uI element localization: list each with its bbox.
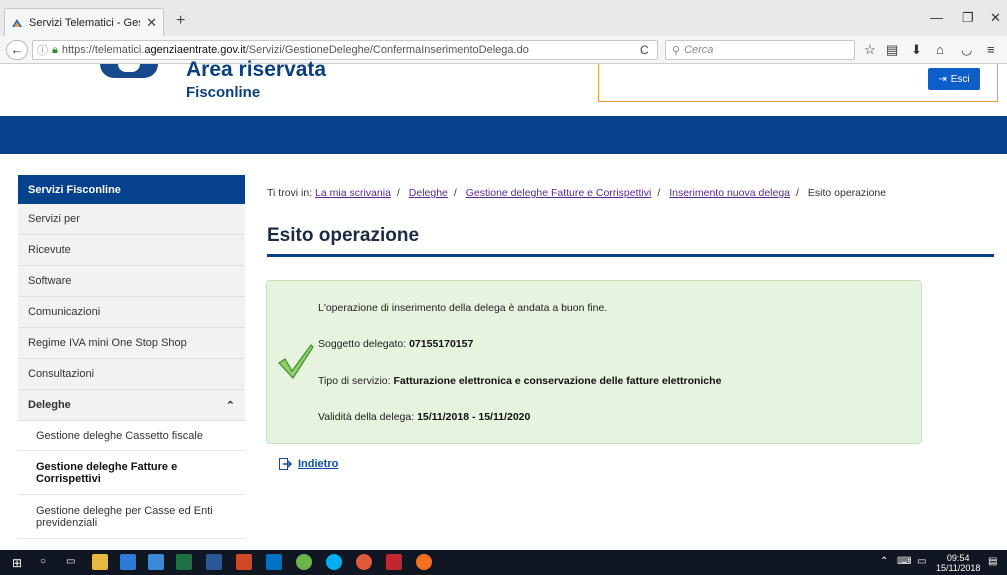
- sidebar-item-consultazioni[interactable]: Consultazioni: [18, 359, 245, 390]
- page-title: Esito operazione: [267, 225, 420, 246]
- checkmark-icon: [278, 344, 314, 379]
- validity-label: Validità della delega:: [318, 411, 415, 423]
- internet-explorer-icon[interactable]: [120, 554, 136, 570]
- app-red-icon[interactable]: [356, 554, 372, 570]
- success-panel: L'operazione di inserimento della delega…: [266, 280, 922, 444]
- sidebar-item-ricevute[interactable]: Ricevute: [18, 235, 245, 266]
- service-subtitle: Fisconline: [186, 84, 261, 101]
- sidebar-subitem-casse[interactable]: Gestione deleghe per Casse ed Enti previ…: [18, 495, 245, 539]
- chat-icon[interactable]: [296, 554, 312, 570]
- search-icon: ⚲: [672, 44, 681, 57]
- sidebar-item-software[interactable]: Software: [18, 266, 245, 297]
- taskbar-search-icon[interactable]: ○: [40, 556, 46, 567]
- search-input[interactable]: ⚲ Cerca: [665, 40, 855, 60]
- keyboard-icon[interactable]: ⌨: [897, 556, 911, 567]
- url-bar[interactable]: ⓘ 🔒︎ https://telematici.agenziaentrate.g…: [32, 40, 658, 60]
- clock-date: 15/11/2018: [936, 563, 981, 573]
- file-explorer-icon[interactable]: [92, 554, 108, 570]
- service-label: Tipo di servizio:: [318, 375, 391, 387]
- sidebar: Servizi Fisconline Servizi per Ricevute …: [18, 175, 245, 539]
- browser-tab[interactable]: Servizi Telematici - Gestione ✕: [4, 8, 164, 36]
- clock-time: 09:54: [946, 553, 970, 563]
- validity-row: Validità della delega: 15/11/2018 - 15/1…: [318, 411, 530, 423]
- outlook-icon[interactable]: [266, 554, 282, 570]
- restore-icon[interactable]: ❐: [962, 10, 974, 26]
- back-link-icon: [279, 458, 292, 470]
- area-title: Area riservata: [186, 58, 327, 81]
- breadcrumb-current: Esito operazione: [807, 187, 887, 199]
- validity-value: 15/11/2018 - 15/11/2020: [417, 411, 531, 423]
- exit-button[interactable]: ⇥ Esci: [928, 68, 980, 90]
- sidebar-section-deleghe[interactable]: Deleghe ⌃: [18, 390, 245, 421]
- sidebar-subitem-fatture[interactable]: Gestione deleghe Fatture e Corrispettivi: [18, 451, 245, 495]
- delegate-label: Soggetto delegato:: [318, 338, 407, 350]
- success-message: L'operazione di inserimento della delega…: [318, 302, 608, 314]
- close-window-icon[interactable]: ✕: [990, 10, 1001, 26]
- menu-icon[interactable]: ≡: [987, 42, 995, 57]
- task-view-icon[interactable]: ▭: [66, 556, 75, 567]
- title-divider: [267, 254, 994, 257]
- app-icon[interactable]: [148, 554, 164, 570]
- breadcrumb-link-gestione[interactable]: Gestione deleghe Fatture e Corrispettivi: [466, 187, 652, 199]
- lock-icon: 🔒︎: [52, 43, 58, 56]
- search-placeholder: Cerca: [684, 44, 714, 56]
- browser-navbar: ← ⓘ 🔒︎ https://telematici.agenziaentrate…: [0, 36, 1007, 64]
- logout-icon: ⇥: [938, 73, 947, 85]
- browser-tabbar: Servizi Telematici - Gestione ✕ + — ❐ ✕: [0, 0, 1007, 36]
- back-link-label: Indietro: [298, 458, 339, 470]
- breadcrumb: Ti trovi in: La mia scrivania / Deleghe / …: [267, 187, 887, 199]
- tray-chevron-icon[interactable]: ⌃: [880, 556, 888, 567]
- breadcrumb-link-scrivania[interactable]: La mia scrivania: [315, 187, 391, 199]
- tab-title: Servizi Telematici - Gestione: [29, 16, 140, 29]
- site-favicon-icon: [12, 18, 22, 27]
- excel-icon[interactable]: [176, 554, 192, 570]
- service-value: Fatturazione elettronica e conservazione…: [393, 375, 722, 387]
- service-row: Tipo di servizio: Fatturazione elettroni…: [318, 375, 721, 387]
- windows-start-icon[interactable]: ⊞: [12, 556, 22, 570]
- sidebar-item-servizi-per[interactable]: Servizi per: [18, 204, 245, 235]
- acrobat-icon[interactable]: [386, 554, 402, 570]
- breadcrumb-link-deleghe[interactable]: Deleghe: [409, 187, 448, 199]
- home-icon[interactable]: ⌂: [936, 42, 944, 57]
- header-blue-bar: [0, 116, 1007, 154]
- sidebar-section-label: Deleghe: [28, 399, 71, 411]
- tab-close-icon[interactable]: ✕: [146, 15, 157, 31]
- breadcrumb-prefix: Ti trovi in:: [267, 187, 313, 199]
- url-text: https://telematici.agenziaentrate.gov.it…: [61, 44, 529, 56]
- sidebar-item-regime-iva[interactable]: Regime IVA mini One Stop Shop: [18, 328, 245, 359]
- bookmark-star-icon[interactable]: ☆: [864, 42, 876, 58]
- chevron-up-icon[interactable]: ⌃: [226, 399, 235, 412]
- skype-icon[interactable]: [326, 554, 342, 570]
- powerpoint-icon[interactable]: [236, 554, 252, 570]
- delegate-row: Soggetto delegato: 07155170157: [318, 338, 473, 350]
- delegate-value: 07155170157: [409, 338, 474, 350]
- new-tab-icon[interactable]: +: [176, 12, 185, 30]
- site-header: Area riservata Fisconline ⇥ Esci: [0, 58, 1007, 116]
- back-link[interactable]: Indietro: [279, 458, 338, 470]
- minimize-icon[interactable]: —: [930, 10, 943, 25]
- word-icon[interactable]: [206, 554, 222, 570]
- sidebar-subitem-cassetto[interactable]: Gestione deleghe Cassetto fiscale: [18, 421, 245, 451]
- breadcrumb-link-inserimento[interactable]: Inserimento nuova delega: [669, 187, 790, 199]
- back-arrow-icon[interactable]: ←: [6, 40, 28, 60]
- taskbar-clock[interactable]: 09:54 15/11/2018: [936, 553, 980, 573]
- sidebar-item-comunicazioni[interactable]: Comunicazioni: [18, 297, 245, 328]
- exit-label: Esci: [950, 73, 970, 85]
- pocket-icon[interactable]: ◡: [961, 42, 972, 58]
- sidebar-title[interactable]: Servizi Fisconline: [18, 175, 245, 204]
- network-icon[interactable]: ▭: [917, 556, 926, 567]
- reload-icon[interactable]: C: [640, 43, 649, 57]
- library-icon[interactable]: ▤: [886, 42, 898, 58]
- notifications-icon[interactable]: ▤: [988, 556, 997, 567]
- windows-taskbar: ⊞ ○ ▭ ⌃ ⌨ ▭ 09:54 15/11/2018 ▤: [0, 550, 1007, 575]
- info-icon[interactable]: ⓘ: [37, 42, 48, 58]
- download-icon[interactable]: ⬇: [911, 42, 922, 58]
- firefox-icon[interactable]: [416, 554, 432, 570]
